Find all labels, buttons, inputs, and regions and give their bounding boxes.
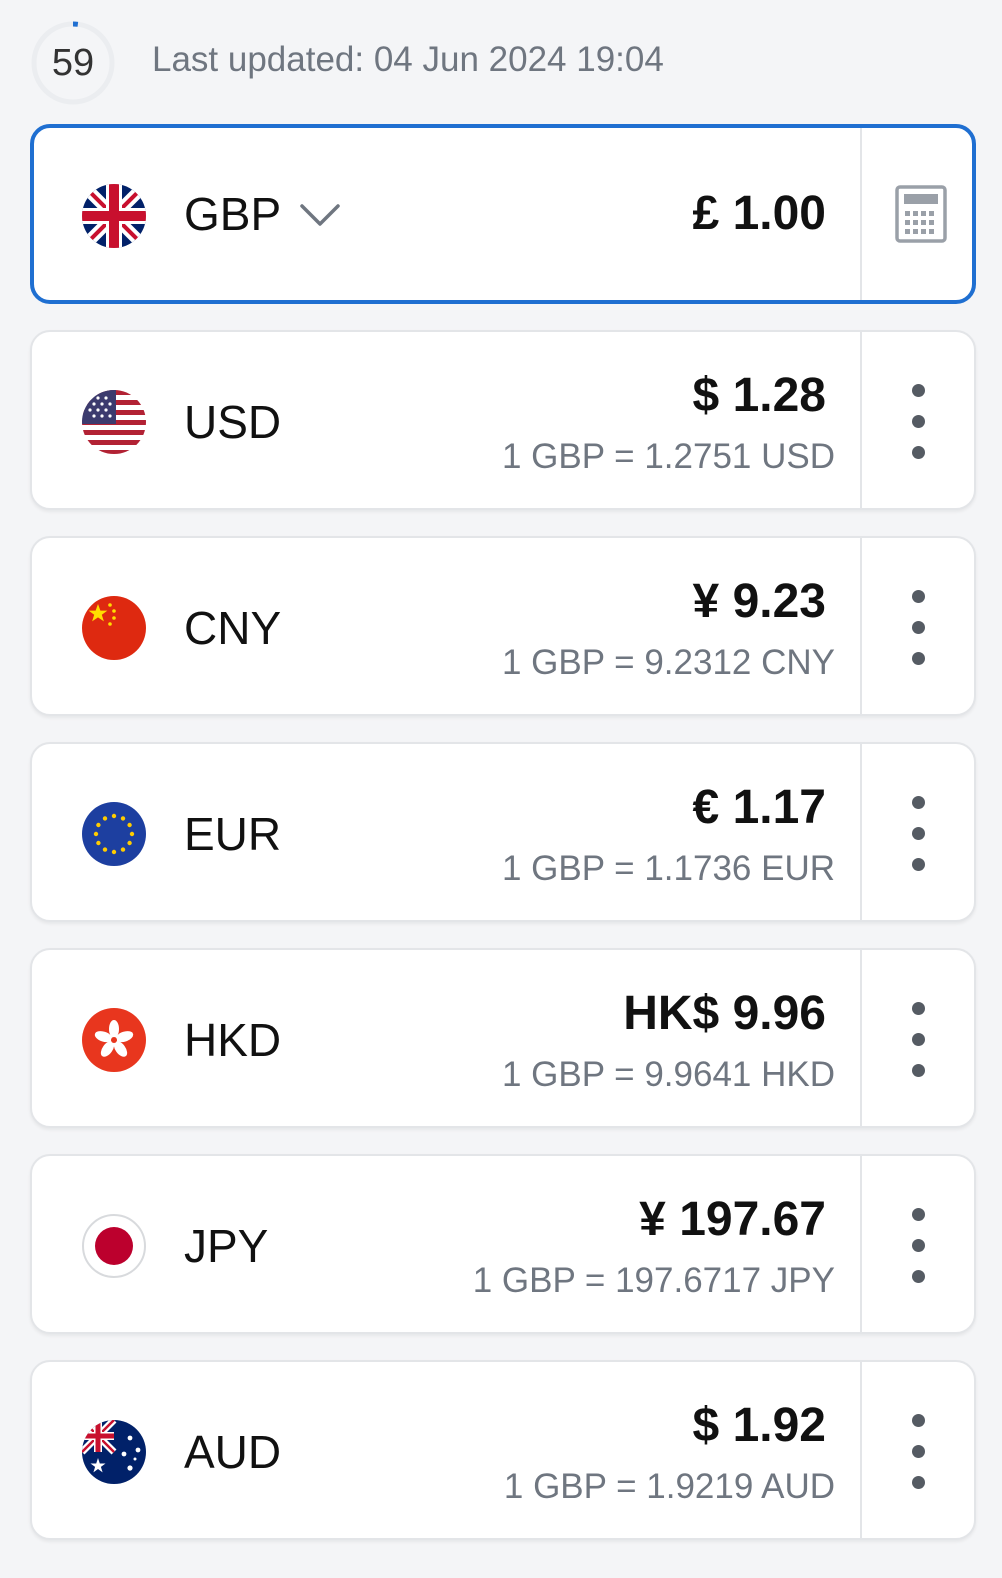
currency-card-usd[interactable]: USD $ 1.28 1 GBP = 1.2751 USD [30, 330, 976, 510]
more-vertical-icon [912, 1414, 926, 1490]
last-updated-text: Last updated: 04 Jun 2024 19:04 [152, 40, 664, 79]
currency-code: JPY [184, 1220, 269, 1272]
china-flag-icon [82, 596, 146, 660]
currency-code: HKD [184, 1014, 282, 1066]
currency-card-eur[interactable]: EUR € 1.17 1 GBP = 1.1736 EUR [30, 742, 976, 922]
converted-amount[interactable]: ¥ 9.23 [693, 574, 826, 630]
base-amount-input[interactable]: £ 1.00 [693, 186, 826, 242]
converted-amount[interactable]: € 1.17 [693, 780, 826, 836]
refresh-timer[interactable]: 59 [31, 21, 115, 105]
currency-card-cny[interactable]: CNY ¥ 9.23 1 GBP = 9.2312 CNY [30, 536, 976, 716]
australia-flag-icon [82, 1420, 146, 1484]
more-options-button[interactable] [862, 1362, 976, 1538]
more-options-button[interactable] [862, 950, 976, 1126]
top-bar: 59 Last updated: 04 Jun 2024 19:04 [0, 0, 1002, 120]
more-vertical-icon [912, 590, 926, 666]
exchange-rate: 1 GBP = 1.9219 AUD [503, 1467, 835, 1506]
card-divider [860, 128, 862, 300]
converted-amount[interactable]: ¥ 197.67 [639, 1192, 826, 1248]
currency-card-aud[interactable]: AUD $ 1.92 1 GBP = 1.9219 AUD [30, 1360, 976, 1540]
more-options-button[interactable] [862, 1156, 976, 1332]
more-vertical-icon [912, 796, 926, 872]
converted-amount[interactable]: $ 1.28 [693, 368, 826, 424]
more-options-button[interactable] [862, 744, 976, 920]
exchange-rate: 1 GBP = 9.9641 HKD [501, 1055, 835, 1094]
exchange-rate: 1 GBP = 1.1736 EUR [501, 849, 835, 888]
more-vertical-icon [912, 1002, 926, 1078]
base-currency-code[interactable]: GBP [184, 186, 281, 242]
base-currency-card[interactable]: GBP £ 1.00 [30, 124, 976, 304]
more-vertical-icon [912, 384, 926, 460]
converted-amount[interactable]: HK$ 9.96 [623, 986, 826, 1042]
uk-flag-icon [82, 184, 146, 248]
us-flag-icon [82, 390, 146, 454]
exchange-rate: 1 GBP = 1.2751 USD [501, 437, 835, 476]
currency-code: AUD [184, 1426, 282, 1478]
calculator-icon [894, 184, 948, 244]
calculator-button[interactable] [864, 128, 978, 300]
currency-code: EUR [184, 808, 282, 860]
japan-flag-icon [82, 1214, 146, 1278]
converted-amount[interactable]: $ 1.92 [693, 1398, 826, 1454]
currency-code: CNY [184, 602, 282, 654]
exchange-rate: 1 GBP = 197.6717 JPY [472, 1261, 835, 1300]
hong-kong-flag-icon [82, 1008, 146, 1072]
more-options-button[interactable] [862, 538, 976, 714]
exchange-rate: 1 GBP = 9.2312 CNY [501, 643, 835, 682]
eu-flag-icon [82, 802, 146, 866]
currency-card-hkd[interactable]: HKD HK$ 9.96 1 GBP = 9.9641 HKD [30, 948, 976, 1128]
refresh-countdown: 59 [51, 42, 95, 84]
more-vertical-icon [912, 1208, 926, 1284]
currency-card-jpy[interactable]: JPY ¥ 197.67 1 GBP = 197.6717 JPY [30, 1154, 976, 1334]
currency-code: USD [184, 396, 282, 448]
chevron-down-icon[interactable] [298, 200, 342, 230]
more-options-button[interactable] [862, 332, 976, 508]
